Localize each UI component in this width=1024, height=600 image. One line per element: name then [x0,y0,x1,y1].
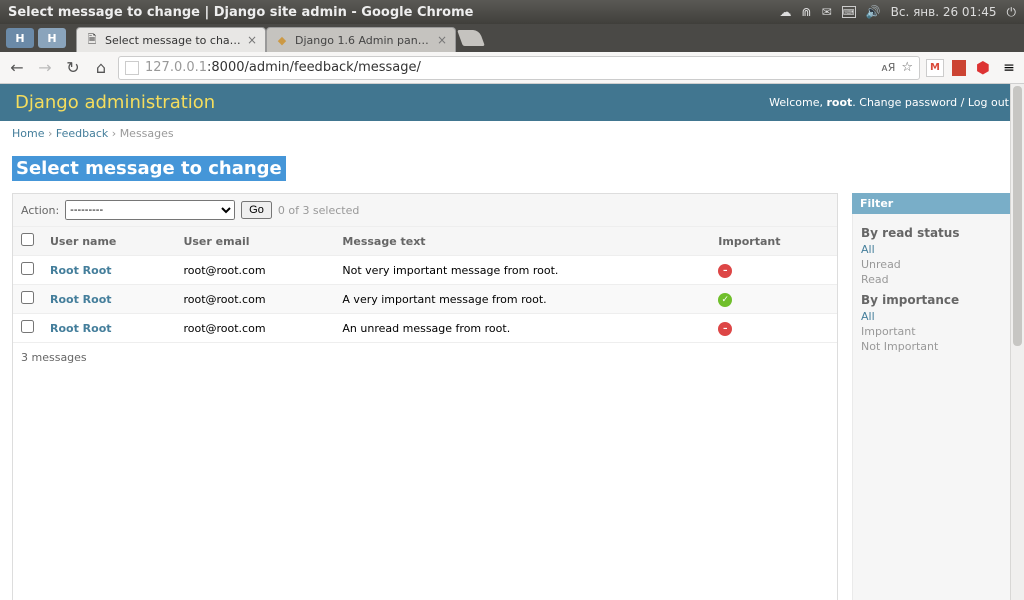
col-username[interactable]: User name [42,227,175,256]
window-title: Select message to change | Django site a… [8,5,780,20]
row-email: root@root.com [175,256,334,285]
browser-toolbar: ← → ↻ ⌂ 127.0.0.1:8000/admin/feedback/me… [0,52,1024,84]
row-email: root@root.com [175,285,334,314]
tab-label: Django 1.6 Admin panel cu [295,34,431,47]
launcher-button-1[interactable]: H [6,28,34,48]
row-checkbox[interactable] [21,320,34,333]
page-icon [125,61,139,75]
new-tab-button[interactable] [457,30,485,46]
menu-icon[interactable]: ≡ [1000,59,1018,77]
admin-page: Django administration Welcome, root. Cha… [0,84,1024,600]
tab-label: Select message to change [105,34,241,47]
col-text[interactable]: Message text [334,227,710,256]
row-name-link[interactable]: Root Root [50,293,112,306]
favorite-icon[interactable]: ☆ [901,60,913,75]
filter-option[interactable]: Read [861,272,1004,287]
change-password-link[interactable]: Change password [859,96,957,109]
bookmark-ext-icon[interactable] [952,60,966,76]
tab-active[interactable]: 🗎 Select message to change × [76,27,266,52]
select-all-header [13,227,42,256]
power-icon[interactable]: ⏻ [1007,5,1017,20]
row-important: – [710,314,837,343]
select-all-checkbox[interactable] [21,233,34,246]
col-important[interactable]: Important [710,227,837,256]
filter-heading: By read status [861,226,1004,240]
back-button[interactable]: ← [6,57,28,79]
browser-tabstrip: H H 🗎 Select message to change × ◆ Djang… [0,24,1024,52]
close-icon[interactable]: × [247,33,257,47]
col-email[interactable]: User email [175,227,334,256]
breadcrumb-home[interactable]: Home [12,127,44,140]
changelist: Action: --------- Go 0 of 3 selected Use… [12,193,838,600]
page-icon: 🗎 [85,33,99,47]
username: root [826,96,852,109]
filter-title: Filter [852,193,1012,214]
minus-icon: – [718,322,732,336]
breadcrumb: Home › Feedback › Messages [0,121,1024,146]
mail-icon[interactable]: ✉ [822,5,832,19]
forward-button[interactable]: → [34,57,56,79]
filter-option[interactable]: Important [861,324,1004,339]
row-name-link[interactable]: Root Root [50,264,112,277]
url-host: 127.0.0.1 [145,60,207,75]
volume-icon[interactable]: 🔊 [866,5,881,19]
filter-option[interactable]: All [861,242,1004,257]
toolbar-extensions: M ⬢ ≡ [926,59,1018,77]
actions-bar: Action: --------- Go 0 of 3 selected [13,194,837,227]
page-title: Select message to change [12,156,286,181]
check-icon: ✓ [718,293,732,307]
home-button[interactable]: ⌂ [90,57,112,79]
launcher: H H [6,28,66,48]
action-label: Action: [21,204,59,217]
row-email: root@root.com [175,314,334,343]
go-button[interactable]: Go [241,201,272,219]
result-table: User name User email Message text Import… [13,227,837,343]
filter-option[interactable]: Unread [861,257,1004,272]
ime-icon[interactable]: ⌨ [842,6,856,18]
reload-button[interactable]: ↻ [62,57,84,79]
filter-option[interactable]: Not Important [861,339,1004,354]
admin-brand: Django administration [15,92,769,113]
cloud-icon[interactable]: ☁ [780,5,792,19]
table-row: Root Root root@root.comA very important m… [13,285,837,314]
gmail-icon[interactable]: M [926,59,944,77]
paginator: 3 messages [13,343,837,372]
action-select[interactable]: --------- [65,200,235,220]
breadcrumb-current: Messages [120,127,174,140]
welcome-label: Welcome, [769,96,826,109]
url-path: :8000/admin/feedback/message/ [207,60,421,75]
logout-link[interactable]: Log out [968,96,1009,109]
table-row: Root Root root@root.comAn unread message … [13,314,837,343]
tab-inactive[interactable]: ◆ Django 1.6 Admin panel cu × [266,27,456,52]
admin-user-tools: Welcome, root. Change password / Log out [769,96,1009,109]
adblock-icon[interactable]: ⬢ [974,59,992,77]
admin-header: Django administration Welcome, root. Cha… [0,84,1024,121]
row-text: A very important message from root. [334,285,710,314]
clock[interactable]: Вс. янв. 26 01:45 [891,5,997,19]
close-icon[interactable]: × [437,33,447,47]
selection-count: 0 of 3 selected [278,204,360,217]
minus-icon: – [718,264,732,278]
system-tray: ☁ ⋒ ✉ ⌨ 🔊 Вс. янв. 26 01:45 ⏻ [780,5,1016,20]
filter-heading: By importance [861,293,1004,307]
os-titlebar: Select message to change | Django site a… [0,0,1024,24]
table-row: Root Root root@root.comNot very important… [13,256,837,285]
row-text: Not very important message from root. [334,256,710,285]
filter-sidebar: Filter By read statusAllUnreadReadBy imp… [852,193,1012,600]
translate-icon[interactable]: ᴀЯ [881,61,895,74]
breadcrumb-app[interactable]: Feedback [56,127,108,140]
row-important: ✓ [710,285,837,314]
scrollbar[interactable] [1010,84,1024,600]
page-icon: ◆ [275,33,289,47]
row-name-link[interactable]: Root Root [50,322,112,335]
wifi-icon[interactable]: ⋒ [802,5,812,19]
row-checkbox[interactable] [21,262,34,275]
url-bar[interactable]: 127.0.0.1:8000/admin/feedback/message/ ᴀ… [118,56,920,80]
row-text: An unread message from root. [334,314,710,343]
row-important: – [710,256,837,285]
filter-option[interactable]: All [861,309,1004,324]
row-checkbox[interactable] [21,291,34,304]
launcher-button-2[interactable]: H [38,28,66,48]
scrollbar-thumb[interactable] [1013,86,1022,346]
